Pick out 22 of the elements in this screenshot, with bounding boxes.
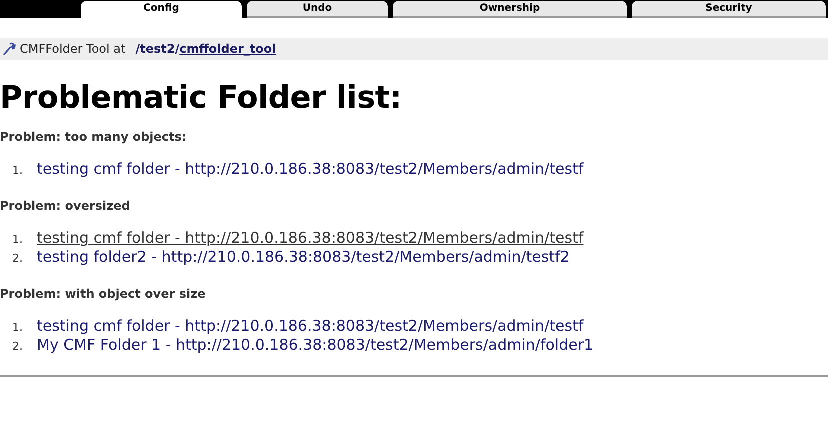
list-number: 2. bbox=[12, 252, 24, 265]
section-title: Problem: with object over size bbox=[0, 287, 207, 301]
section-title: Problem: oversized bbox=[0, 199, 132, 213]
list-number: 1. bbox=[12, 321, 24, 334]
folder-link[interactable]: testing cmf folder - http://210.0.186.38:8083/test2/Members/admin/testf bbox=[37, 160, 584, 178]
tab[interactable]: Ownership bbox=[393, 1, 627, 18]
folder-link[interactable]: testing cmf folder - http://210.0.186.38:8083/test2/Members/admin/testf bbox=[37, 229, 584, 247]
folder-link[interactable]: testing folder2 - http://210.0.186.38:8083/test2/Members/admin/testf2 bbox=[37, 248, 570, 266]
folder-link[interactable]: testing cmf folder - http://210.0.186.38:8083/test2/Members/admin/testf bbox=[37, 317, 584, 335]
breadcrumb-label: CMFFolder Tool at bbox=[20, 42, 126, 56]
list-number: 1. bbox=[12, 164, 24, 177]
section-title: Problem: too many objects: bbox=[0, 130, 188, 144]
breadcrumb-link[interactable]: cmffolder_tool bbox=[180, 42, 276, 56]
breadcrumb-path: /test2/ bbox=[136, 42, 180, 56]
list-number: 1. bbox=[12, 233, 24, 246]
tab[interactable]: Config bbox=[81, 1, 242, 18]
tab[interactable]: Security bbox=[632, 1, 826, 18]
folder-link[interactable]: My CMF Folder 1 - http://210.0.186.38:8083/test2/Members/admin/folder1 bbox=[37, 336, 594, 354]
tab[interactable]: Undo bbox=[247, 1, 388, 18]
wrench-icon bbox=[2, 42, 16, 56]
list-number: 2. bbox=[12, 340, 24, 353]
page-heading: Problematic Folder list: bbox=[0, 80, 403, 116]
